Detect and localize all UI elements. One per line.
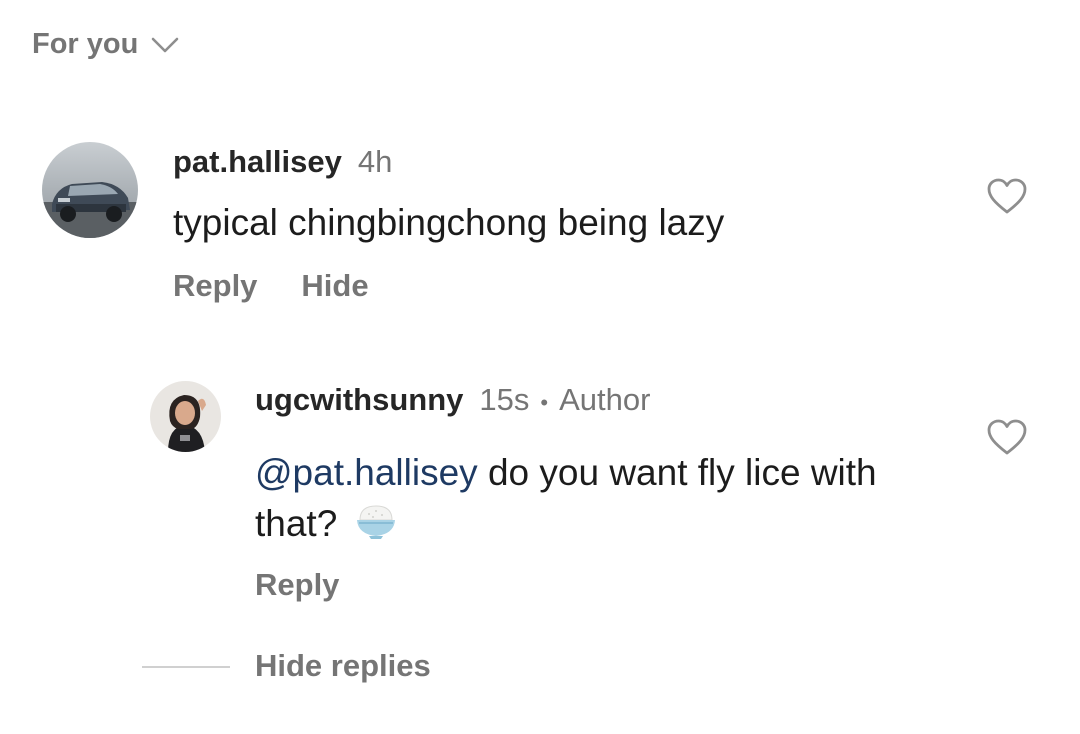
comment-timestamp: 4h (357, 144, 393, 179)
hide-replies-button[interactable]: Hide replies (255, 648, 431, 684)
comment-actions: Reply Hide (173, 268, 369, 304)
sort-filter-dropdown[interactable]: For you (32, 28, 180, 61)
separator-dot: • (540, 390, 549, 415)
car-photo-avatar-image (42, 142, 138, 238)
reply-timestamp: 15s (479, 382, 530, 417)
reply-username[interactable]: ugcwithsunny (255, 382, 463, 418)
heart-outline-icon[interactable] (986, 418, 1028, 456)
person-photo-avatar-image (150, 381, 221, 452)
reply-actions: Reply (255, 567, 339, 603)
avatar-ugcwithsunny[interactable] (150, 381, 221, 452)
replies-divider-line (142, 666, 230, 668)
heart-outline-icon[interactable] (986, 177, 1028, 215)
sort-filter-label: For you (32, 28, 139, 60)
rice-bowl-emoji (356, 505, 395, 539)
hide-button[interactable]: Hide (301, 268, 368, 304)
reply-text: @pat.hallisey do you want fly lice with … (255, 448, 935, 549)
comment-username[interactable]: pat.hallisey (173, 144, 342, 180)
author-badge: Author (559, 382, 651, 417)
reply-button[interactable]: Reply (255, 567, 339, 603)
reply-header: ugcwithsunny 15s • Author (255, 382, 650, 418)
avatar-pat-hallisey[interactable] (42, 142, 138, 238)
reply-button[interactable]: Reply (173, 268, 257, 304)
mention-link[interactable]: @pat.hallisey (255, 452, 478, 493)
comment-text: typical chingbingchong being lazy (173, 202, 725, 243)
chevron-down-icon (152, 37, 179, 52)
comment-header: pat.hallisey 4h (173, 144, 392, 180)
